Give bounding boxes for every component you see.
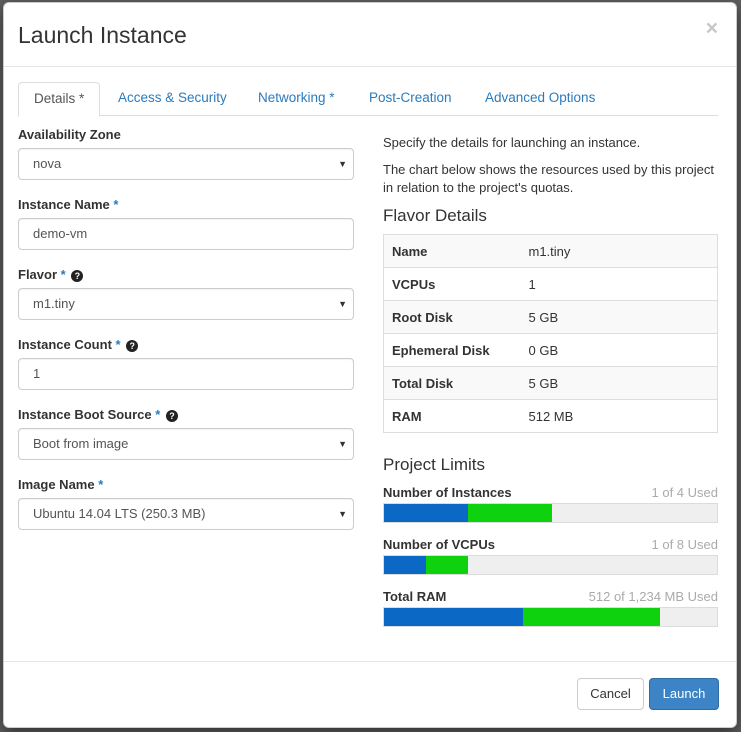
instance-name-label: Instance Name *: [18, 197, 119, 212]
flavor-value: 5 GB: [520, 300, 718, 334]
tab-bar: Details * Access & Security Networking *…: [18, 82, 718, 117]
dialog-header: Launch Instance ×: [4, 3, 736, 67]
flavor-details-title: Flavor Details: [383, 206, 487, 225]
flavor-key: Ephemeral Disk: [383, 333, 521, 367]
flavor-row: Total Disk 5 GB: [383, 366, 718, 400]
required-mark: *: [113, 197, 119, 212]
boot-source-value: Boot from image: [33, 436, 129, 451]
flavor-value: m1.tiny: [33, 296, 75, 311]
quota-new-segment: [468, 504, 552, 522]
image-name-value: Ubuntu 14.04 LTS (250.3 MB): [33, 506, 206, 521]
question-icon[interactable]: ?: [165, 410, 178, 422]
limit-used-text: 512 of 1,234 MB Used: [588, 589, 718, 604]
quota-progress-bar: [383, 503, 718, 523]
quota-used-segment: [384, 608, 523, 626]
required-mark: *: [155, 407, 161, 422]
flavor-value: m1.tiny: [520, 234, 718, 268]
flavor-row: Name m1.tiny: [383, 234, 718, 268]
instance-count-label: Instance Count * ?: [18, 337, 139, 352]
availability-zone-value: nova: [33, 156, 62, 171]
required-mark: *: [98, 477, 104, 492]
tab-networking[interactable]: Networking *: [243, 82, 350, 116]
tab-details[interactable]: Details *: [18, 82, 101, 117]
flavor-value: 5 GB: [520, 366, 718, 400]
flavor-value: 1: [520, 267, 718, 301]
dialog-footer: Cancel Launch: [4, 661, 736, 729]
quota-used-segment: [384, 504, 468, 522]
quota-new-segment: [523, 608, 660, 626]
quota-progress-bar: [383, 555, 718, 575]
image-name-label: Image Name *: [18, 477, 104, 492]
flavor-key: RAM: [383, 399, 521, 433]
quota-used-segment: [384, 556, 426, 574]
dialog-title: Launch Instance: [18, 22, 187, 48]
limit-used-text: 1 of 8 Used: [651, 537, 719, 552]
flavor-key: VCPUs: [383, 267, 521, 301]
flavor-label: Flavor * ?: [18, 267, 84, 282]
launch-button[interactable]: Launch: [649, 678, 719, 710]
close-icon[interactable]: ×: [706, 18, 718, 39]
instance-name-input[interactable]: demo-vm: [18, 218, 354, 250]
flavor-key: Name: [383, 234, 521, 268]
flavor-value: 0 GB: [520, 333, 718, 367]
tab-post-creation[interactable]: Post-Creation: [354, 82, 467, 116]
cancel-button[interactable]: Cancel: [577, 678, 644, 710]
chevron-down-icon: ▼: [338, 509, 347, 519]
flavor-row: VCPUs 1: [383, 267, 718, 301]
chevron-down-icon: ▼: [338, 299, 347, 309]
limit-label: Number of Instances: [383, 485, 512, 500]
required-mark: *: [60, 267, 66, 282]
quota-progress-bar: [383, 607, 718, 627]
limit-used-text: 1 of 4 Used: [651, 485, 719, 500]
chart-note-text: The chart below shows the resources used…: [383, 162, 714, 195]
flavor-key: Root Disk: [383, 300, 521, 334]
limit-label: Total RAM: [383, 589, 447, 604]
intro-text: Specify the details for launching an ins…: [383, 135, 641, 150]
launch-instance-dialog: Launch Instance × Details * Access & Sec…: [3, 2, 737, 728]
chevron-down-icon: ▼: [338, 159, 347, 169]
tab-advanced-options[interactable]: Advanced Options: [470, 82, 610, 116]
flavor-details-table: Name m1.tiny VCPUs 1 Root Disk 5 GB Ephemeral …: [383, 234, 718, 433]
instance-count-input[interactable]: 1: [18, 358, 354, 390]
image-name-select[interactable]: Ubuntu 14.04 LTS (250.3 MB) ▼: [18, 498, 354, 530]
flavor-row: Root Disk 5 GB: [383, 300, 718, 334]
availability-zone-label: Availability Zone: [18, 127, 121, 142]
question-icon[interactable]: ?: [71, 270, 84, 282]
instance-count-value: 1: [33, 366, 41, 381]
project-limits-title: Project Limits: [383, 455, 486, 474]
required-mark: *: [115, 337, 121, 352]
limit-label: Number of VCPUs: [383, 537, 495, 552]
boot-source-label: Instance Boot Source * ?: [18, 407, 178, 422]
chevron-down-icon: ▼: [338, 439, 347, 449]
flavor-row: Ephemeral Disk 0 GB: [383, 333, 718, 367]
availability-zone-select[interactable]: nova ▼: [18, 148, 354, 180]
question-icon[interactable]: ?: [126, 340, 139, 352]
instance-name-value: demo-vm: [33, 226, 88, 241]
flavor-value: 512 MB: [520, 399, 718, 433]
flavor-select[interactable]: m1.tiny ▼: [18, 288, 354, 320]
quota-new-segment: [426, 556, 468, 574]
boot-source-select[interactable]: Boot from image ▼: [18, 428, 354, 460]
tab-access-security[interactable]: Access & Security: [103, 82, 242, 116]
flavor-row: RAM 512 MB: [383, 399, 718, 433]
flavor-key: Total Disk: [383, 366, 521, 400]
